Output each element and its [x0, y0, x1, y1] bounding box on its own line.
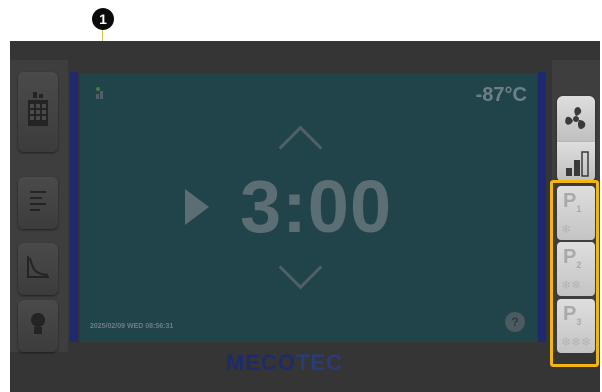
play-button[interactable] — [185, 189, 209, 225]
signal-icon — [96, 87, 103, 99]
temperature-readout: -87°C — [475, 84, 527, 106]
logo-part2: TEC — [296, 350, 343, 375]
callout-badge: 1 — [92, 8, 114, 30]
decrease-arrow[interactable] — [278, 245, 323, 290]
brand-logo: MECOTEC — [226, 350, 343, 376]
list-icon — [28, 188, 48, 219]
log-button[interactable] — [18, 177, 58, 229]
idea-button[interactable] — [18, 300, 58, 352]
program-highlight-frame — [550, 180, 599, 367]
right-blue-bar — [538, 72, 546, 342]
left-menu-panel — [10, 60, 68, 352]
date-time-label: 2025/02/09 WED 08:56:31 — [90, 323, 174, 330]
graph-button[interactable] — [18, 243, 58, 295]
chart-icon — [25, 254, 51, 285]
lightbulb-icon — [28, 311, 48, 342]
increase-arrow[interactable] — [278, 125, 323, 170]
fan-speed-button[interactable] — [557, 142, 595, 182]
timer-display[interactable]: 3:00 — [240, 164, 392, 249]
calendar-button[interactable] — [18, 72, 58, 152]
calendar-icon — [25, 90, 51, 135]
left-blue-bar — [70, 72, 78, 342]
help-button[interactable]: ? — [505, 312, 525, 332]
callout-number: 1 — [99, 11, 107, 27]
main-display: -87°C 3:00 2025/02/09 WED 08:56:31 ? — [80, 74, 537, 342]
logo-part1: MECO — [226, 350, 296, 375]
fan-button[interactable] — [557, 96, 595, 142]
